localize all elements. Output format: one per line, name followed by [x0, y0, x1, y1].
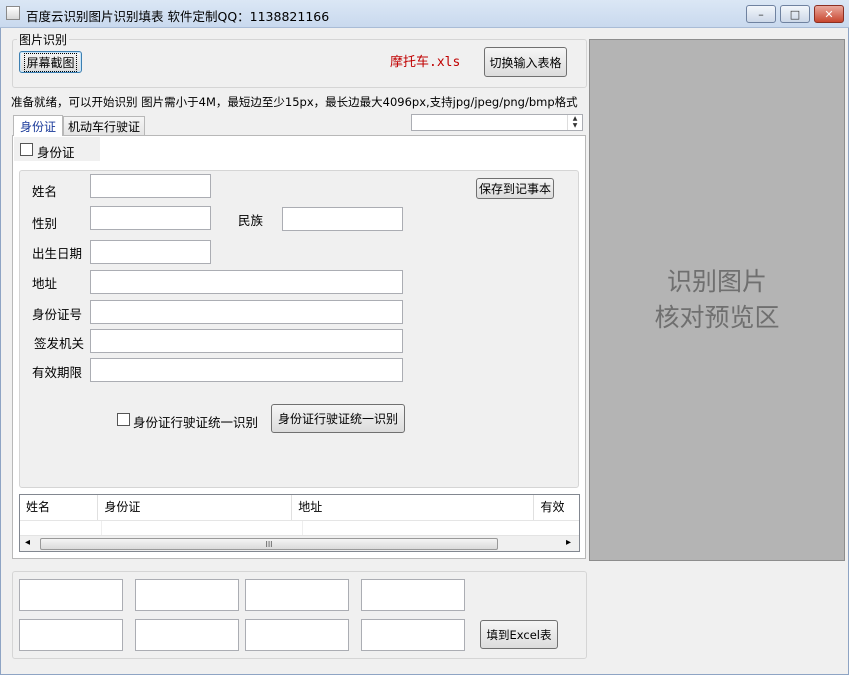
fill-excel-button[interactable]: 填到Excel表: [480, 620, 558, 649]
extra-field-2[interactable]: [135, 579, 239, 611]
issuer-label: 签发机关: [34, 336, 85, 351]
extra-field-1[interactable]: [19, 579, 123, 611]
unified-recognition-checkbox[interactable]: [117, 413, 130, 426]
scroll-grip-icon: III: [265, 539, 273, 549]
id-checkbox-label: 身份证: [37, 145, 75, 160]
screenshot-button[interactable]: 屏幕截图: [19, 51, 82, 73]
extra-field-5[interactable]: [19, 619, 123, 651]
horizontal-scrollbar[interactable]: ◂ III ▸: [20, 535, 579, 551]
minimize-button[interactable]: –: [746, 5, 776, 23]
window-title: 百度云识别图片识别填表 软件定制QQ：1138821166: [26, 9, 330, 24]
spin-down-icon[interactable]: ▼: [573, 122, 578, 129]
id-number-input[interactable]: [90, 300, 403, 324]
maximize-button[interactable]: □: [780, 5, 810, 23]
grid-header: 姓名 身份证 地址 有效: [20, 495, 579, 521]
extra-field-7[interactable]: [245, 619, 349, 651]
switch-input-table-button[interactable]: 切换输入表格: [484, 47, 567, 77]
status-text: 准备就绪，可以开始识别 图片需小于4M，最短边至少15px，最长边最大4096p…: [11, 95, 578, 109]
extra-field-8[interactable]: [361, 619, 465, 651]
tab-vehicle-license[interactable]: 机动车行驶证: [63, 116, 145, 135]
save-to-notepad-button[interactable]: 保存到记事本: [476, 178, 554, 199]
image-recognition-legend: 图片识别: [17, 31, 70, 48]
preview-title-line2: 核对预览区: [654, 303, 780, 332]
results-grid[interactable]: 姓名 身份证 地址 有效 ◂ III ▸: [19, 494, 580, 552]
birth-label: 出生日期: [32, 246, 83, 261]
grid-column-header[interactable]: 姓名: [20, 495, 99, 520]
image-preview-area: 识别图片 核对预览区: [589, 39, 845, 561]
scroll-right-icon[interactable]: ▸: [566, 537, 571, 548]
grid-column-header[interactable]: 地址: [292, 495, 535, 520]
gender-input[interactable]: [90, 206, 211, 230]
scroll-left-icon[interactable]: ◂: [25, 537, 30, 548]
scroll-thumb[interactable]: III: [40, 538, 498, 550]
unified-recognition-checkbox-label: 身份证行驶证统一识别: [133, 415, 259, 430]
spin-up-icon[interactable]: ▲: [573, 115, 578, 122]
number-spinbox[interactable]: ▲ ▼: [411, 114, 583, 131]
birth-input[interactable]: [90, 240, 211, 264]
minimize-icon: –: [758, 7, 764, 21]
name-input[interactable]: [90, 174, 211, 198]
excel-filename: 摩托车.xls: [390, 55, 461, 70]
close-button[interactable]: ✕: [814, 5, 844, 23]
grid-empty-row: [20, 521, 579, 535]
grid-column-header[interactable]: 身份证: [98, 495, 293, 520]
id-number-label: 身份证号: [32, 307, 83, 322]
extra-field-6[interactable]: [135, 619, 239, 651]
extra-field-3[interactable]: [245, 579, 349, 611]
ethnicity-input[interactable]: [282, 207, 403, 231]
spin-arrows[interactable]: ▲ ▼: [567, 115, 582, 130]
id-checkbox[interactable]: [20, 143, 33, 156]
validity-label: 有效期限: [32, 365, 83, 380]
gender-label: 性别: [32, 216, 58, 231]
preview-title-line1: 识别图片: [666, 267, 767, 296]
maximize-icon: □: [789, 7, 801, 21]
address-input[interactable]: [90, 270, 403, 294]
extra-field-4[interactable]: [361, 579, 465, 611]
close-icon: ✕: [824, 7, 834, 21]
app-icon: [6, 6, 20, 20]
tab-id-card[interactable]: 身份证: [13, 115, 63, 136]
ethnicity-label: 民族: [238, 213, 264, 228]
grid-column-header[interactable]: 有效: [534, 495, 579, 520]
validity-input[interactable]: [90, 358, 403, 382]
unified-recognition-button[interactable]: 身份证行驶证统一识别: [271, 404, 405, 433]
issuer-input[interactable]: [90, 329, 403, 353]
address-label: 地址: [32, 276, 58, 291]
name-label: 姓名: [32, 184, 58, 199]
